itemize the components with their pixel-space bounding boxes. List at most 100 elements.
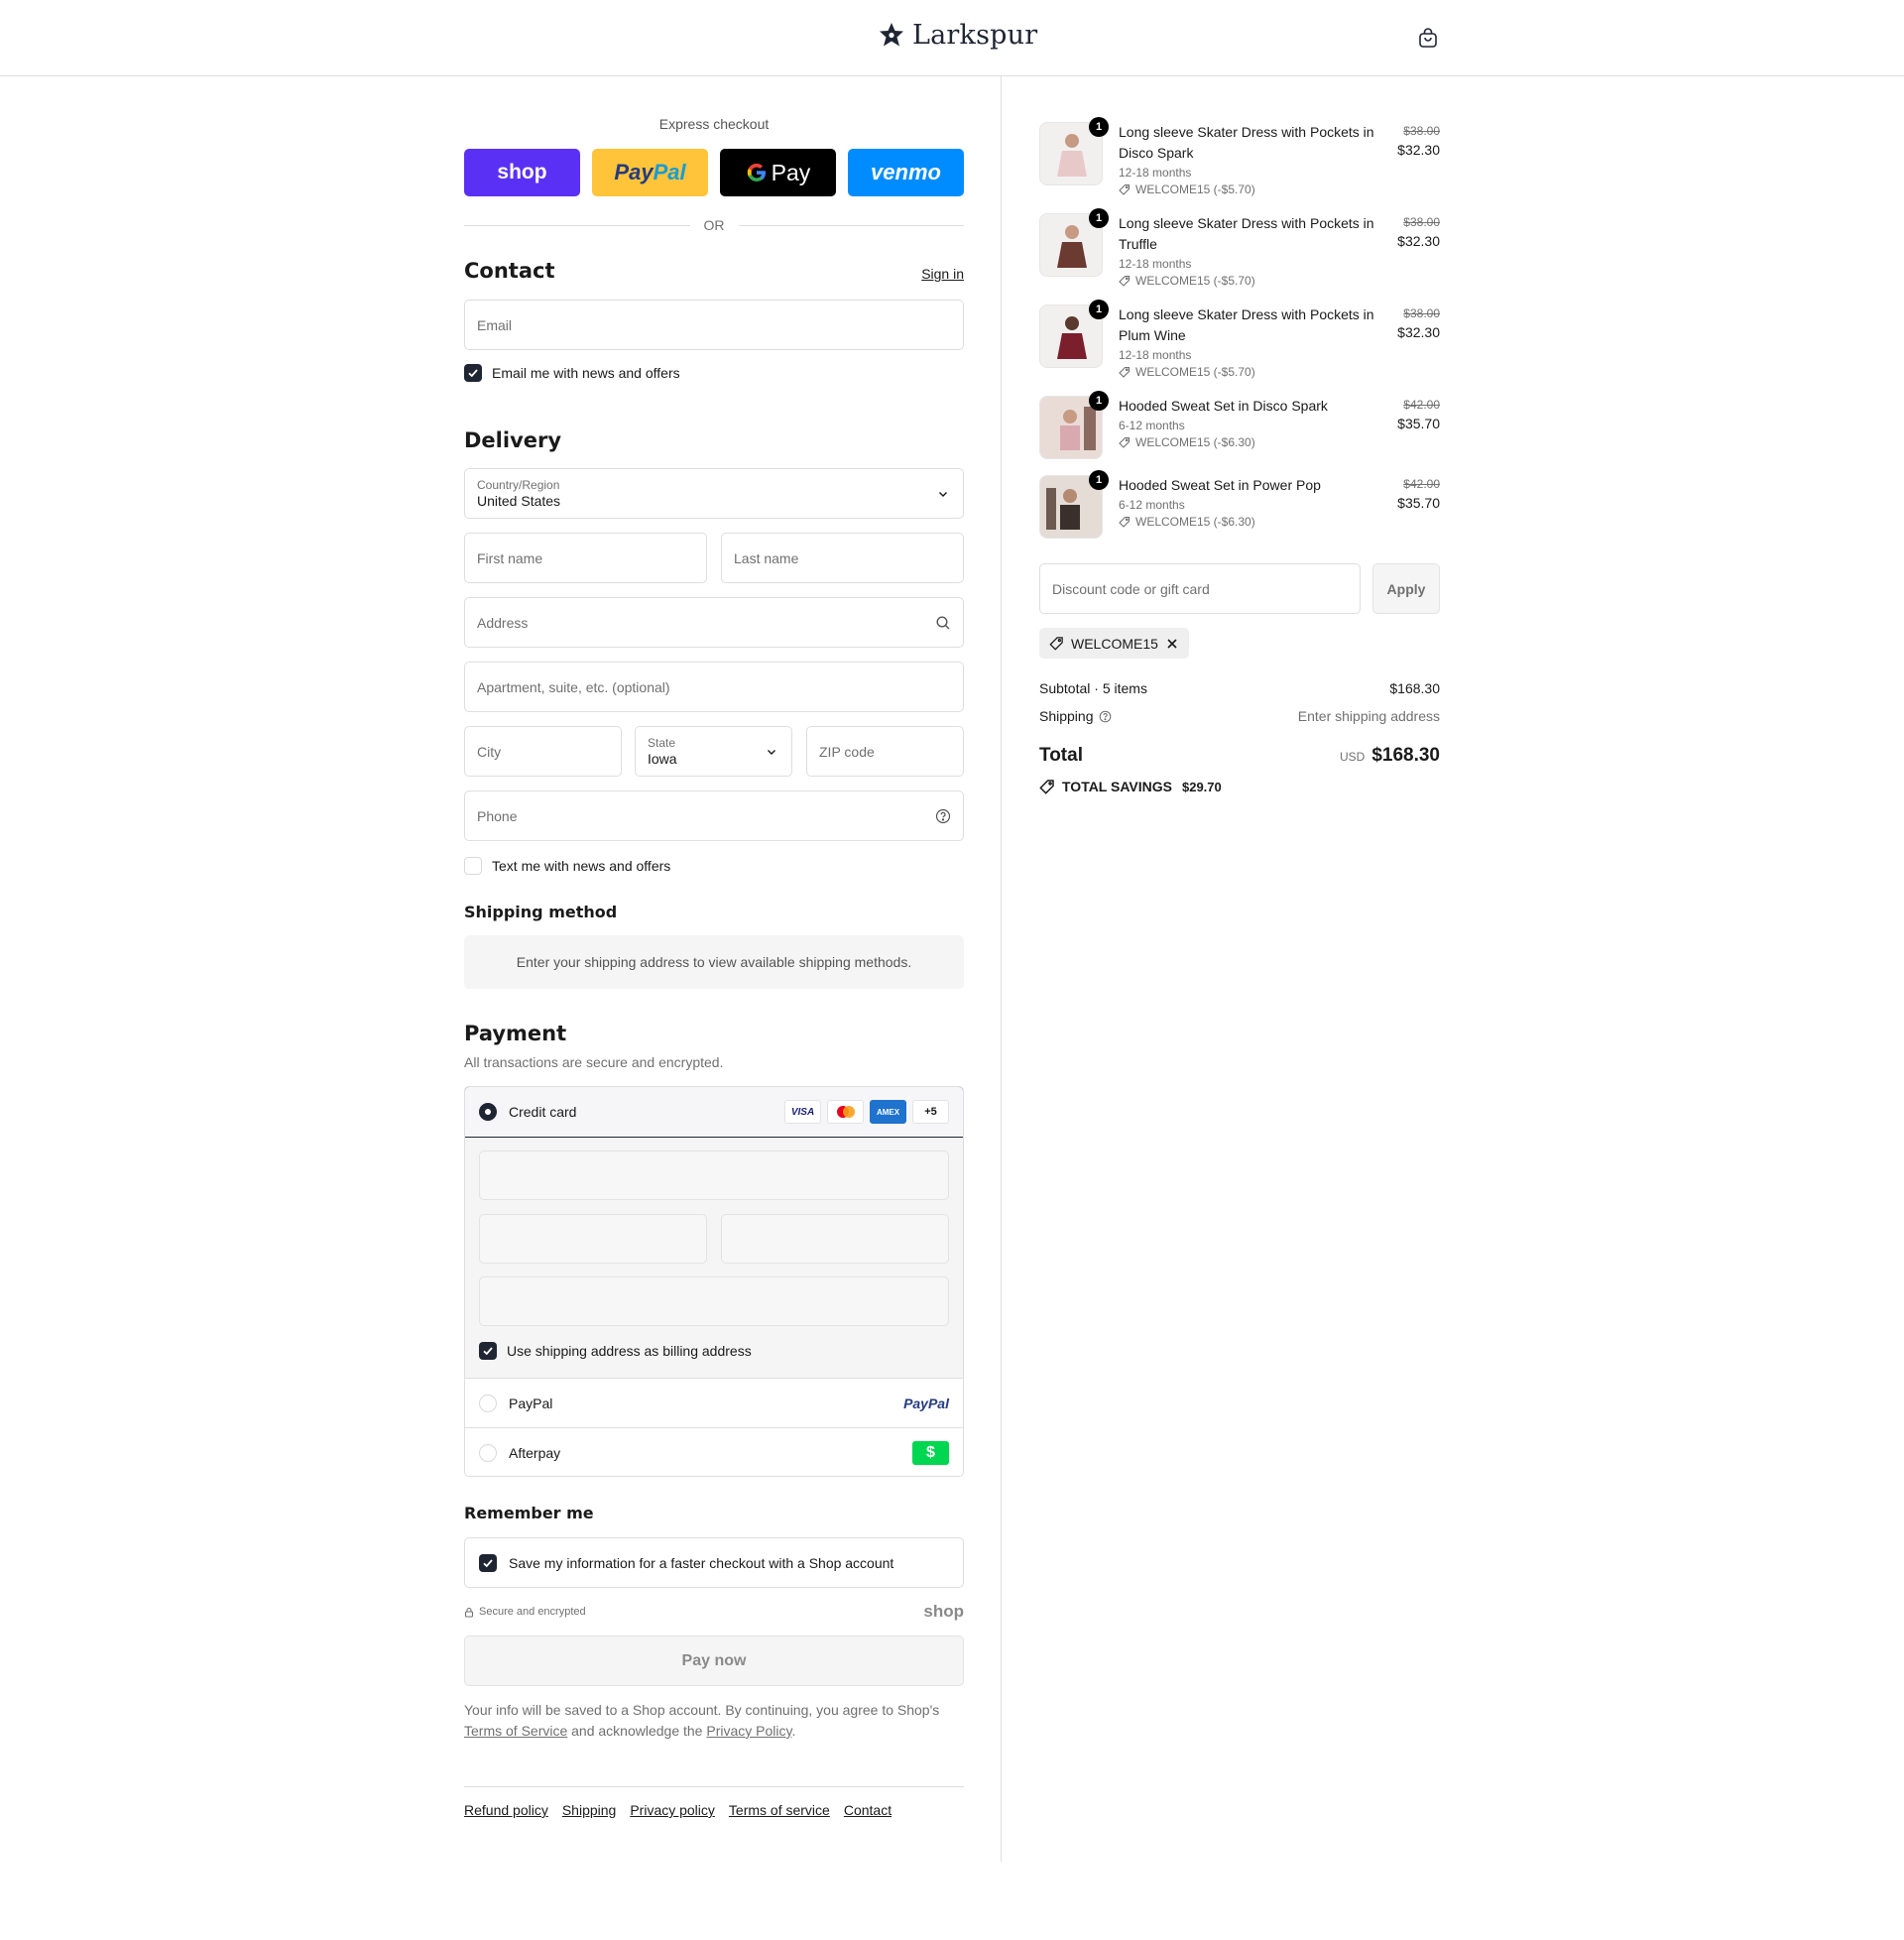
subtotal-label: Subtotal · 5 items [1039,680,1147,696]
item-discount-label: WELCOME15 (-$5.70) [1135,365,1255,379]
help-circle-icon[interactable] [935,808,951,824]
shipping-row: Shipping Enter shipping address [1039,708,1440,724]
refund-policy-link[interactable]: Refund policy [464,1802,548,1818]
first-name-field[interactable]: First name [464,533,707,583]
remember-me-heading: Remember me [464,1504,594,1522]
state-select[interactable]: State Iowa [635,726,792,777]
paypal-logo: PayPal [903,1394,949,1411]
sign-in-link[interactable]: Sign in [921,266,964,282]
flower-logo-icon [880,22,903,46]
newsletter-checkbox[interactable] [464,364,482,382]
sms-option[interactable]: Text me with news and offers [464,857,670,875]
tag-icon [1119,366,1130,378]
visa-logo: VISA [784,1100,821,1124]
shipping-method-heading: Shipping method [464,903,618,921]
privacy-policy-link[interactable]: Privacy Policy [706,1723,791,1739]
city-placeholder: City [477,743,502,760]
email-placeholder: Email [477,316,513,333]
billing-checkbox[interactable] [479,1342,497,1360]
apartment-placeholder: Apartment, suite, etc. (optional) [477,678,670,695]
terms-of-service-footer-link[interactable]: Terms of service [729,1802,830,1818]
credit-card-form: Use shipping address as billing address [465,1138,963,1379]
terms-of-service-link[interactable]: Terms of Service [464,1723,567,1739]
credit-card-radio[interactable] [479,1103,497,1121]
state-value: Iowa [648,750,677,767]
email-field[interactable]: Email [464,300,964,350]
google-pay-button[interactable]: Pay [720,149,836,196]
billing-address-option[interactable]: Use shipping address as billing address [479,1342,752,1360]
shipping-link[interactable]: Shipping [562,1802,617,1818]
contact-link[interactable]: Contact [844,1802,892,1818]
help-circle-icon[interactable] [1099,710,1112,723]
secure-row: Secure and encrypted shop [464,1602,964,1622]
shopping-bag-icon[interactable] [1416,26,1440,50]
country-select[interactable]: Country/Region United States [464,468,964,519]
afterpay-radio[interactable] [479,1444,497,1462]
legal-text-2: and acknowledge the [571,1723,703,1739]
afterpay-option[interactable]: Afterpay $ [465,1428,963,1476]
venmo-button[interactable]: venmo [848,149,964,196]
chevron-down-icon [939,491,947,497]
paypal-option[interactable]: PayPal PayPal [465,1379,963,1428]
item-name: Long sleeve Skater Dress with Pockets in… [1119,124,1374,161]
shop-wordmark: shop [923,1602,964,1621]
save-info-checkbox[interactable] [479,1553,497,1572]
more-cards-badge: +5 [912,1100,949,1124]
name-on-card-field[interactable] [479,1276,949,1326]
apartment-field[interactable]: Apartment, suite, etc. (optional) [464,662,964,712]
afterpay-label: Afterpay [509,1445,561,1461]
paypal-button[interactable]: Pay Pal [592,149,708,196]
paypal-radio[interactable] [479,1394,497,1412]
shipping-method-notice: Enter your shipping address to view avai… [464,935,964,989]
subtotal-row: Subtotal · 5 items $168.30 [1039,680,1440,696]
tag-icon [1119,275,1130,287]
apply-discount-button[interactable]: Apply [1372,563,1440,614]
state-label: State [648,735,676,750]
save-info-option[interactable]: Save my information for a faster checkou… [464,1537,964,1588]
amex-logo: AMEX [870,1100,906,1124]
tag-icon [1119,436,1130,448]
card-number-field[interactable] [479,1151,949,1200]
checkmark-icon [483,1558,493,1567]
phone-field[interactable]: Phone [464,790,964,841]
last-name-field[interactable]: Last name [721,533,964,583]
quantity-badge: 1 [1089,470,1109,490]
expiration-field[interactable] [479,1214,707,1264]
item-variant: 12-18 months [1119,257,1192,271]
credit-card-option[interactable]: Credit card VISA AMEX +5 [465,1087,963,1138]
checkmark-icon [468,369,478,378]
paypal-label: PayPal [509,1394,553,1411]
first-name-placeholder: First name [477,549,543,566]
zip-field[interactable]: ZIP code [806,726,964,777]
afterpay-logo: $ [912,1441,949,1465]
legal-text-1: Your info will be saved to a Shop accoun… [464,1702,940,1718]
item-name: Hooded Sweat Set in Power Pop [1119,477,1321,493]
discount-code-field[interactable]: Discount code or gift card [1039,563,1361,614]
brand-logo[interactable]: Larkspur [877,20,1037,51]
zip-placeholder: ZIP code [819,743,875,760]
privacy-policy-footer-link[interactable]: Privacy policy [630,1802,715,1818]
city-field[interactable]: City [464,726,622,777]
country-value: United States [477,492,561,509]
sms-checkbox[interactable] [464,857,482,875]
total-savings: TOTAL SAVINGS $29.70 [1039,779,1222,794]
save-info-label: Save my information for a faster checkou… [509,1554,894,1571]
brand-name: Larkspur [912,20,1038,51]
address-field[interactable]: Address [464,597,964,648]
newsletter-option[interactable]: Email me with news and offers [464,364,680,382]
security-code-field[interactable] [721,1214,949,1264]
chevron-down-icon [768,749,775,755]
item-price: $35.70 [1397,495,1440,511]
shop-pay-button[interactable]: shop [464,149,580,196]
total-row: Total USD $168.30 [1039,745,1440,767]
address-placeholder: Address [477,614,529,631]
pay-now-button[interactable]: Pay now [464,1636,964,1686]
footer-links: Refund policy Shipping Privacy policy Te… [464,1802,892,1818]
search-icon [936,615,950,629]
close-icon[interactable] [1165,637,1179,651]
item-discount: WELCOME15 (-$5.70) [1119,274,1255,288]
total-savings-value: $29.70 [1181,779,1222,794]
item-discount-label: WELCOME15 (-$5.70) [1135,274,1255,288]
item-price: $35.70 [1397,416,1440,431]
google-pay-label: Pay [771,159,811,185]
